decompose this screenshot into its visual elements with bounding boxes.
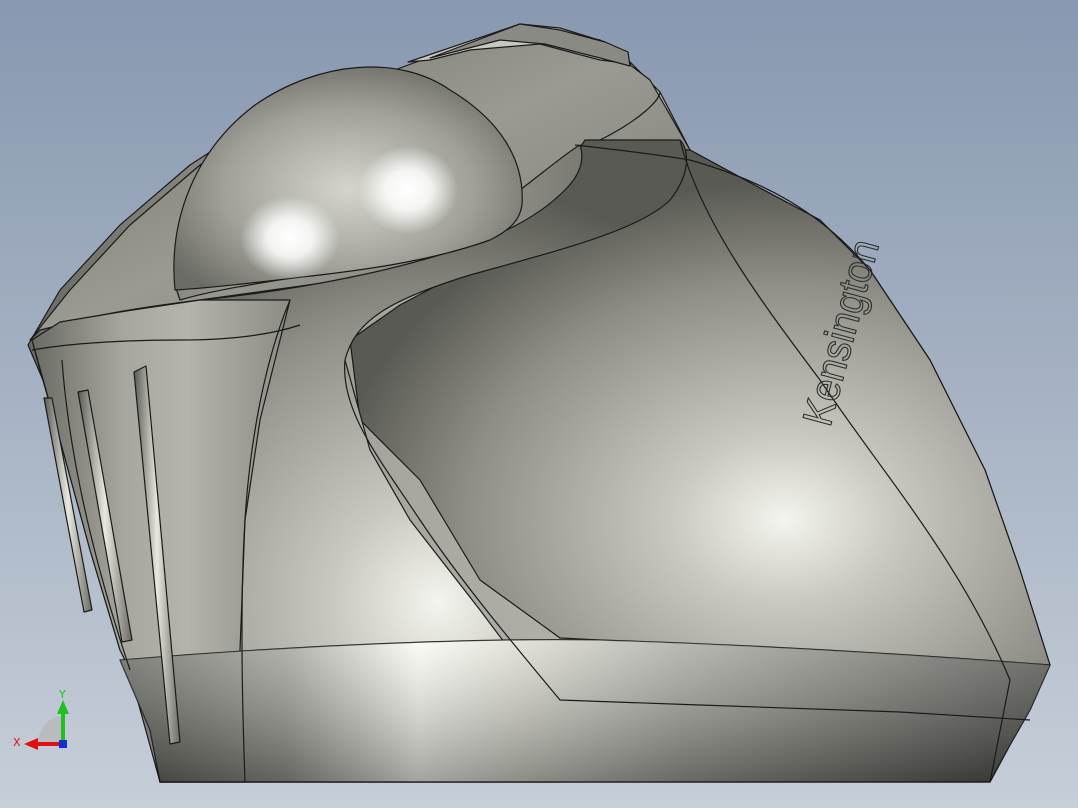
ball-highlight-right xyxy=(358,146,458,234)
ball-highlight-left xyxy=(240,196,340,280)
triad-y-label: Y xyxy=(58,688,66,701)
mouse-base-shade xyxy=(120,639,1050,782)
viewport-canvas[interactable]: Kensington Y X xyxy=(0,0,1078,808)
triad-x-label: X xyxy=(13,736,21,749)
triad-z-axis xyxy=(59,740,67,748)
3d-viewport[interactable]: Kensington Y X xyxy=(0,0,1078,808)
